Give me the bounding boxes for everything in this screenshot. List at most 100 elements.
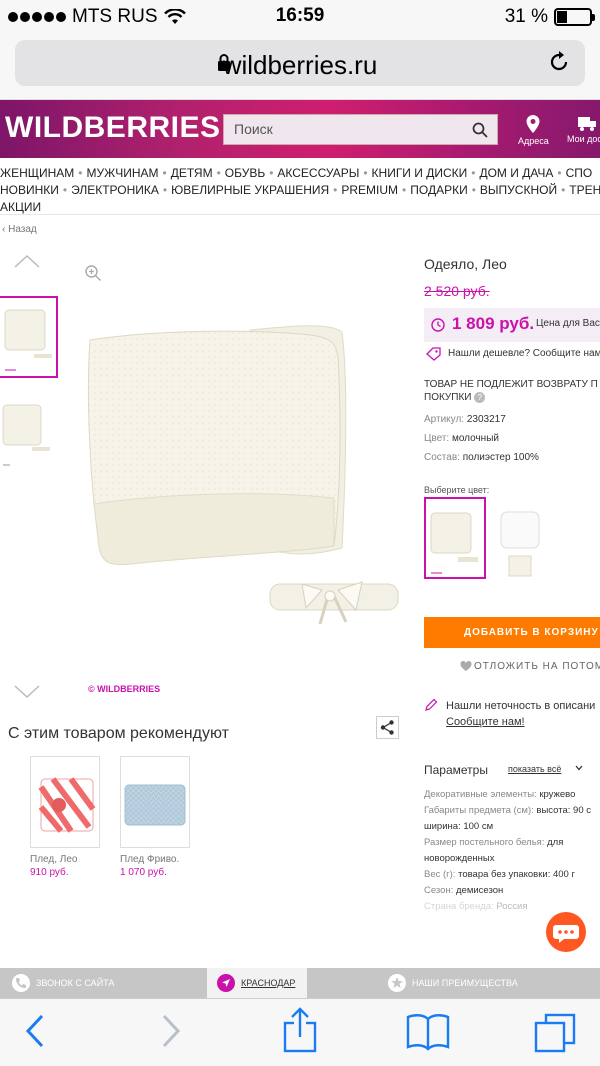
nav-item[interactable]: ДОМ И ДАЧА <box>479 166 553 180</box>
composition-row: Состав: полиэстер 100% <box>424 452 539 463</box>
nav-item[interactable]: ЭЛЕКТРОНИКА <box>71 183 159 197</box>
postpone-link[interactable]: ОТЛОЖИТЬ НА ПОТОМ <box>474 661 600 672</box>
blanket-thumbnail-image <box>4 309 52 371</box>
article-label: Артикул: <box>424 414 465 425</box>
param-key: Вес (г): <box>424 869 456 880</box>
back-label: Назад <box>8 224 37 235</box>
nav-item[interactable]: ТРЕН <box>569 183 600 197</box>
color-swatch-white[interactable] <box>497 500 545 582</box>
nav-item[interactable]: ВЫПУСКНОЙ <box>480 183 557 197</box>
zoom-icon[interactable] <box>84 264 102 282</box>
plaid-frivolite-image <box>124 784 186 826</box>
no-return-line-1: ТОВАР НЕ ПОДЛЕЖИТ ВОЗВРАТУ П <box>424 379 598 390</box>
help-icon[interactable]: ? <box>474 392 486 403</box>
nav-item[interactable]: АКСЕССУАРЫ <box>277 166 359 180</box>
chat-button[interactable] <box>546 912 586 952</box>
address-bar[interactable]: wildberries.ru <box>15 40 585 86</box>
report-inaccuracy-line-2: Сообщите нам! <box>446 716 525 728</box>
composition-label: Состав: <box>424 452 460 463</box>
nav-separator: • <box>333 183 338 197</box>
deliveries-link[interactable]: Мои дос <box>567 114 600 144</box>
search-input[interactable]: Поиск <box>223 114 498 145</box>
nav-separator: • <box>78 166 83 180</box>
recommendation-2-price: 1 070 руб. <box>120 867 167 878</box>
product-main-image[interactable] <box>80 318 400 634</box>
param-value: кружево <box>539 789 576 800</box>
nav-separator: • <box>557 166 562 180</box>
recommendation-2-name[interactable]: Плед Фриво. <box>120 854 179 865</box>
reload-icon[interactable] <box>547 50 571 74</box>
category-nav-row-2: НОВИНКИ • ЭЛЕКТРОНИКА • ЮВЕЛИРНЫЕ УКРАШЕНИЯ •… <box>0 183 600 197</box>
gallery-thumbnail-1[interactable] <box>0 296 58 378</box>
color-label: Цвет: <box>424 433 450 444</box>
advantages-button[interactable]: НАШИ ПРЕИМУЩЕСТВА <box>386 968 600 998</box>
site-header: WILDBERRIES Поиск Адреса Мои дос <box>0 100 600 158</box>
bookmarks-icon[interactable] <box>406 1013 450 1051</box>
param-row: новорожденных <box>424 851 591 867</box>
param-value: ширина: 100 см <box>424 821 494 832</box>
share-button[interactable] <box>376 716 399 739</box>
share-sheet-icon[interactable] <box>282 1007 318 1053</box>
pencil-icon <box>425 698 438 711</box>
blanket-thumbnail-image <box>2 404 50 466</box>
nav-item[interactable]: PREMIUM <box>341 183 398 197</box>
browser-toolbar <box>0 998 600 1066</box>
tabs-icon[interactable] <box>534 1013 576 1053</box>
forward-arrow-icon[interactable] <box>160 1013 182 1049</box>
nav-separator: • <box>216 166 221 180</box>
add-to-cart-button[interactable]: ДОБАВИТЬ В КОРЗИНУ <box>424 617 600 648</box>
nav-item[interactable]: МУЖЧИНАМ <box>87 166 159 180</box>
nav-item[interactable]: ЖЕНЩИНАМ <box>0 166 74 180</box>
params-list: Декоративные элементы: кружево Габариты п… <box>424 787 591 915</box>
chevron-down-icon[interactable] <box>575 764 583 772</box>
gallery-up-arrow-icon[interactable] <box>14 254 40 268</box>
color-value: молочный <box>451 433 499 444</box>
category-nav-row-1: ЖЕНЩИНАМ • МУЖЧИНАМ • ДЕТЯМ • ОБУВЬ • АКСЕССУАРЫ… <box>0 166 600 180</box>
nav-item[interactable]: НОВИНКИ <box>0 183 59 197</box>
addresses-link[interactable]: Адреса <box>518 114 549 146</box>
composition-value: полиэстер 100% <box>462 452 539 463</box>
back-arrow-icon[interactable] <box>24 1013 46 1049</box>
recommendation-card-1[interactable] <box>30 756 100 848</box>
report-inaccuracy-line-1: Нашли неточность в описани <box>446 700 596 712</box>
city-selector[interactable]: КРАСНОДАР <box>207 968 307 998</box>
recommendation-card-2[interactable] <box>120 756 190 848</box>
recommendation-1-price: 910 руб. <box>30 867 69 878</box>
deliveries-label: Мои дос <box>567 134 600 144</box>
nav-item[interactable]: СПО <box>566 166 593 180</box>
gallery-thumbnail-2[interactable] <box>0 395 58 467</box>
param-key: Сезон: <box>424 885 454 896</box>
product-title: Одеяло, Лео <box>424 256 507 272</box>
param-key: Страна бренда: <box>424 901 494 912</box>
nav-item[interactable]: ЮВЕЛИРНЫЕ УКРАШЕНИЯ <box>171 183 329 197</box>
param-row: Габариты предмета (см): высота: 90 с <box>424 803 591 819</box>
plaid-leo-image <box>38 777 96 833</box>
nav-item[interactable]: АКЦИИ <box>0 200 41 214</box>
site-logo[interactable]: WILDBERRIES <box>5 111 221 145</box>
back-link[interactable]: ‹ Назад <box>2 224 37 235</box>
nav-item[interactable]: ПОДАРКИ <box>410 183 467 197</box>
nav-item[interactable]: КНИГИ И ДИСКИ <box>372 166 468 180</box>
chat-bubble-icon <box>553 925 579 943</box>
search-icon[interactable] <box>471 121 489 139</box>
battery-percent: 31 % <box>504 6 548 27</box>
site-bottom-bar: ЗВОНОК С САЙТА КРАСНОДАР НАШИ ПРЕИМУЩЕСТ… <box>0 968 600 998</box>
report-inaccuracy-link[interactable]: Нашли неточность в описани Сообщите нам! <box>446 698 595 730</box>
star-icon <box>388 974 406 992</box>
nav-item[interactable]: ОБУВЬ <box>225 166 265 180</box>
show-all-link[interactable]: показать всё <box>508 764 561 774</box>
recommendations-title: С этим товаром рекомендуют <box>8 725 229 742</box>
color-swatch-milk[interactable] <box>424 497 486 579</box>
callback-button[interactable]: ЗВОНОК С САЙТА <box>0 968 205 998</box>
category-nav-row-3: АКЦИИ <box>0 200 600 214</box>
recommendation-1-name[interactable]: Плед, Лео <box>30 854 77 865</box>
no-return-notice: ТОВАР НЕ ПОДЛЕЖИТ ВОЗВРАТУ П ПОКУПКИ ? <box>424 378 600 404</box>
gallery-down-arrow-icon[interactable] <box>14 685 40 699</box>
found-cheaper-link[interactable]: Нашли дешевле? Сообщите нам <box>448 348 600 359</box>
param-value: товара без упаковки: 400 г <box>458 869 575 880</box>
params-title: Параметры <box>424 763 488 777</box>
nav-item[interactable]: ДЕТЯМ <box>171 166 213 180</box>
param-value: демисезон <box>456 885 504 896</box>
phone-icon <box>12 974 30 992</box>
callback-label: ЗВОНОК С САЙТА <box>36 978 115 988</box>
